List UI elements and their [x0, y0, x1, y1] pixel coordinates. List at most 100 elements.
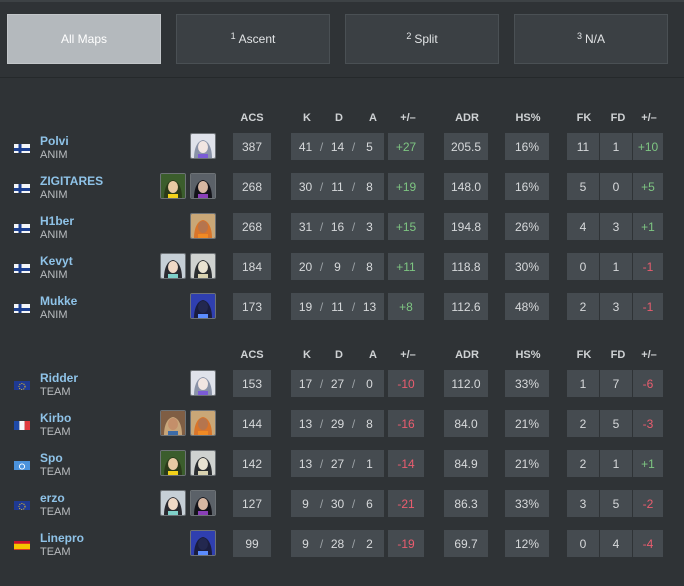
assists-value: 0 — [366, 376, 373, 391]
player-name-link[interactable]: Kirbo — [40, 411, 71, 425]
kda-separator: / — [351, 416, 356, 431]
fk-diff-cell: -1 — [633, 253, 663, 280]
player-row: Kevyt ANIM 184 118.8 30% 0 1 20 / 9 / 8 +11 -1 — [0, 253, 684, 293]
header-deaths: D — [335, 112, 343, 124]
kda-cell: 31 / 16 / 3 — [291, 213, 384, 240]
player-name-link[interactable]: H1ber — [40, 214, 74, 228]
fk-cell: 4 — [567, 213, 599, 240]
player-name-link[interactable]: Polvi — [40, 134, 69, 148]
agent-cypher-icon — [190, 450, 216, 476]
acs-cell: 268 — [233, 213, 271, 240]
kills-value: 9 — [302, 496, 309, 511]
eu-flag-icon — [14, 499, 30, 510]
deaths-value: 27 — [330, 376, 345, 391]
fk-cell: 0 — [567, 253, 599, 280]
adr-cell: 84.0 — [444, 410, 488, 437]
player-row: H1ber ANIM 268 194.8 26% 4 3 31/16/3 +15 +1 — [0, 213, 684, 253]
player-name-link[interactable]: Mukke — [40, 294, 77, 308]
acs-cell: 184 — [233, 253, 271, 280]
header-kills: K — [303, 112, 311, 124]
agent-astra-icon — [190, 133, 216, 159]
kd-diff-cell: -14 — [388, 450, 424, 477]
kda-separator: / — [351, 456, 356, 471]
tab-ascent[interactable]: 1 Ascent — [176, 14, 330, 64]
kda-cell: 41 / 14 / 5 — [291, 133, 384, 160]
finland-flag-icon — [14, 182, 30, 193]
adr-cell: 118.8 — [444, 253, 488, 280]
player-name-link[interactable]: erzo — [40, 491, 65, 505]
hs-cell: 26% — [505, 213, 549, 240]
kda-separator: / — [319, 139, 324, 154]
hs-cell: 12% — [505, 530, 549, 557]
player-team: ANIM — [40, 149, 68, 161]
fk-diff-cell: +1 — [633, 450, 663, 477]
kills-value: 17 — [298, 376, 313, 391]
player-name-link[interactable]: ZIGITARES — [40, 174, 103, 188]
deaths-value: 28 — [330, 536, 345, 551]
kills-value: 41 — [298, 139, 313, 154]
agent-reyna-icon — [190, 490, 216, 516]
kills-value: 31 — [298, 219, 313, 234]
tab-all-maps[interactable]: All Maps — [7, 14, 161, 64]
agent-omen-icon — [190, 293, 216, 319]
fd-cell: 3 — [600, 213, 632, 240]
player-name-link[interactable]: Ridder — [40, 371, 78, 385]
player-name-link[interactable]: Kevyt — [40, 254, 73, 268]
finland-flag-icon — [14, 142, 30, 153]
top-divider — [0, 0, 684, 2]
hs-cell: 48% — [505, 293, 549, 320]
fk-diff-cell: +10 — [633, 133, 663, 160]
tab-n-a[interactable]: 3 N/A — [514, 14, 668, 64]
player-name-link[interactable]: Linepro — [40, 531, 84, 545]
fd-cell: 5 — [600, 410, 632, 437]
header-fd: FD — [610, 112, 626, 124]
player-row: ZIGITARES ANIM 268 148.0 16% 5 0 30 / 11 / 8 +19 +5 — [0, 173, 684, 213]
hs-cell: 33% — [505, 370, 549, 397]
kd-diff-cell: -21 — [388, 490, 424, 517]
assists-value: 8 — [366, 416, 373, 431]
fd-cell: 5 — [600, 490, 632, 517]
deaths-value: 9 — [334, 259, 341, 274]
assists-value: 6 — [366, 496, 373, 511]
kda-separator: / — [319, 496, 324, 511]
hs-cell: 21% — [505, 450, 549, 477]
kda-separator: / — [319, 179, 324, 194]
fd-cell: 1 — [600, 450, 632, 477]
kda-separator: / — [351, 139, 356, 154]
tab-split[interactable]: 2 Split — [345, 14, 499, 64]
player-team: ANIM — [40, 189, 68, 201]
agent-astra-icon — [190, 370, 216, 396]
header-fk: FK — [576, 112, 592, 124]
tab-map-number: 1 — [230, 31, 236, 41]
fk-diff-cell: -2 — [633, 490, 663, 517]
agent-killjoy-icon — [160, 173, 186, 199]
eu-flag-icon — [14, 379, 30, 390]
fk-cell: 5 — [567, 173, 599, 200]
adr-cell: 194.8 — [444, 213, 488, 240]
kda-cell: 17 / 27 / 0 — [291, 370, 384, 397]
finland-flag-icon — [14, 262, 30, 273]
kd-diff-cell: +15 — [388, 213, 424, 240]
header-acs: ACS — [240, 349, 264, 361]
kda-cell: 30 / 11 / 8 — [291, 173, 384, 200]
deaths-value: 30 — [330, 496, 345, 511]
un-flag-icon — [14, 459, 30, 470]
kills-value: 13 — [298, 456, 313, 471]
assists-value: 1 — [366, 456, 373, 471]
player-team: TEAM — [40, 506, 71, 518]
tab-map-number: 3 — [576, 31, 582, 41]
adr-cell: 69.7 — [444, 530, 488, 557]
fk-cell: 0 — [567, 530, 599, 557]
deaths-value: 27 — [330, 456, 345, 471]
assists-value: 13 — [362, 299, 377, 314]
player-name-link[interactable]: Spo — [40, 451, 63, 465]
header-deaths: D — [335, 349, 343, 361]
player-team: ANIM — [40, 229, 68, 241]
fk-cell: 1 — [567, 370, 599, 397]
agent-sage-icon — [160, 490, 186, 516]
kda-separator: / — [319, 536, 324, 551]
kd-diff-cell: +19 — [388, 173, 424, 200]
acs-cell: 142 — [233, 450, 271, 477]
kills-value: 19 — [298, 299, 313, 314]
kda-separator: / — [351, 299, 356, 314]
